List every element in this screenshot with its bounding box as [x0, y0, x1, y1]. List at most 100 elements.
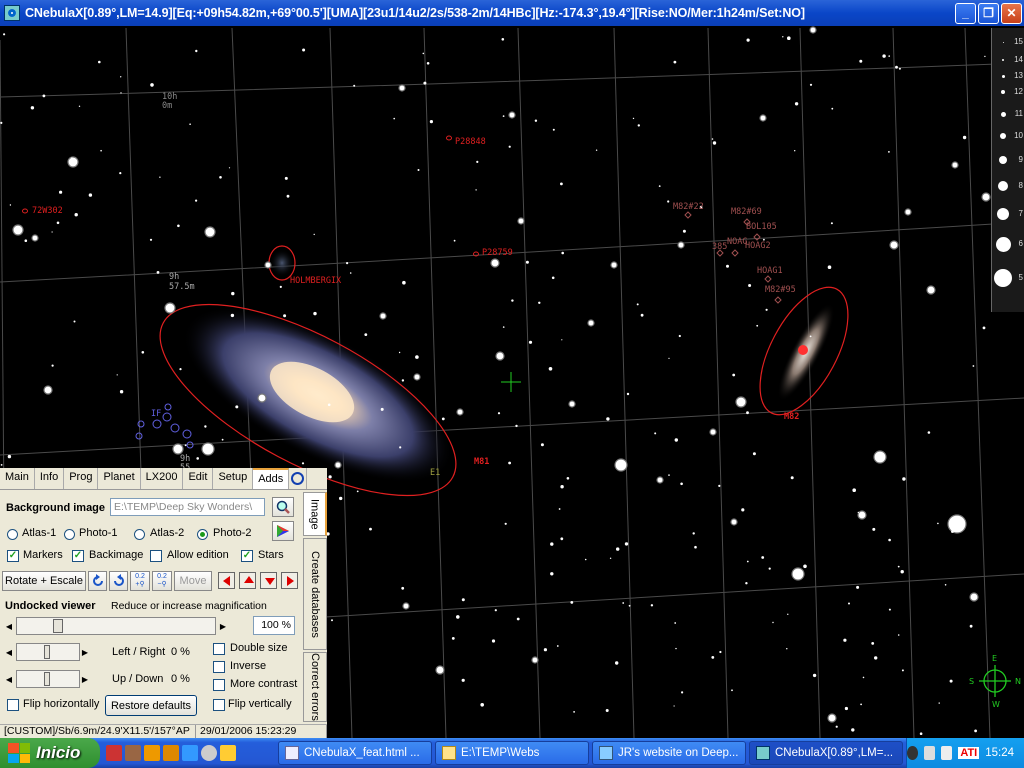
tab-adds[interactable]: Adds: [253, 468, 290, 489]
task-temp-webs[interactable]: E:\TEMP\Webs: [435, 741, 589, 765]
up-down-spin-left-icon[interactable]: ◀: [4, 670, 14, 688]
star: [393, 117, 396, 120]
quicklaunch-app-icon-3[interactable]: [144, 745, 160, 761]
move-button[interactable]: Move: [174, 571, 212, 591]
label-e1[interactable]: E1: [430, 468, 440, 478]
app-icon[interactable]: [4, 5, 20, 21]
magnification-slider[interactable]: [16, 617, 216, 635]
zoom-out-button[interactable]: 0.2 −⚲: [152, 571, 172, 591]
up-down-slider[interactable]: [16, 670, 80, 688]
label-m82-69[interactable]: M82#69: [731, 207, 762, 217]
left-right-slider[interactable]: [16, 643, 80, 661]
tab-main[interactable]: Main: [0, 468, 35, 489]
double-size-checkbox[interactable]: [213, 643, 225, 655]
tab-planet[interactable]: Planet: [98, 468, 141, 489]
radio-photo-2[interactable]: [197, 529, 208, 540]
move-right-arrow-icon[interactable]: [281, 572, 298, 589]
backimage-checkbox[interactable]: ✓: [72, 550, 84, 562]
task-cnebulax[interactable]: CNebulaX[0.89°,LM=...: [749, 741, 903, 765]
stars-checkbox[interactable]: ✓: [241, 550, 253, 562]
tab-info[interactable]: Info: [35, 468, 65, 489]
magnification-slider-thumb[interactable]: [53, 619, 63, 633]
star: [782, 36, 784, 38]
tab-lx200[interactable]: LX200: [141, 468, 184, 489]
star: [494, 609, 497, 612]
markers-checkbox[interactable]: ✓: [7, 550, 19, 562]
background-image-path-input[interactable]: E:\TEMP\Deep Sky Wonders\: [110, 498, 265, 516]
label-hoag1[interactable]: HOAG1: [757, 266, 783, 276]
left-right-spin-left-icon[interactable]: ◀: [4, 643, 14, 661]
rotate-right-button[interactable]: [109, 571, 128, 591]
task-label-4: CNebulaX[0.89°,LM=...: [775, 747, 894, 759]
zoom-in-button[interactable]: 0.2 +⚲: [130, 571, 150, 591]
vtab-correct-errors[interactable]: Correct errors: [303, 652, 327, 722]
label-m82-95[interactable]: M82#95: [765, 285, 796, 295]
title-bar[interactable]: CNebulaX[0.89°,LM=14.9][Eq:+09h54.82m,+6…: [0, 0, 1024, 26]
move-up-arrow-icon[interactable]: [239, 572, 256, 589]
star: [548, 367, 553, 371]
task-cnebulax-feat[interactable]: CNebulaX_feat.html ...: [278, 741, 432, 765]
star: [480, 703, 485, 707]
label-hoag2-c[interactable]: HOAG2: [745, 241, 771, 251]
left-right-spin-right-icon[interactable]: ▶: [80, 643, 90, 661]
quicklaunch-app-icon-2[interactable]: [125, 745, 141, 761]
left-right-slider-thumb[interactable]: [44, 645, 50, 659]
task-jrs-website[interactable]: JR's website on Deep...: [592, 741, 746, 765]
move-left-arrow-icon[interactable]: [218, 572, 235, 589]
more-contrast-checkbox[interactable]: [213, 679, 225, 691]
label-72w302[interactable]: 72W302: [32, 206, 63, 216]
star: [219, 176, 222, 179]
close-button[interactable]: ✕: [1001, 2, 1022, 24]
tab-edit[interactable]: Edit: [183, 468, 214, 489]
vertical-tabs: Image Create databases Correct errors: [303, 490, 327, 724]
label-p28759[interactable]: P28759: [482, 248, 513, 258]
label-holmbergix[interactable]: HOLMBERGIX: [290, 276, 342, 286]
tab-setup[interactable]: Setup: [213, 468, 254, 489]
tab-prog[interactable]: Prog: [64, 468, 99, 489]
rotate-escale-button[interactable]: Rotate + Escale: [2, 571, 86, 591]
label-p28848[interactable]: P28848: [455, 137, 486, 147]
label-m81[interactable]: M81: [474, 457, 489, 467]
browse-button[interactable]: [272, 497, 294, 517]
radio-photo-1[interactable]: [64, 529, 75, 540]
radio-atlas-2[interactable]: [134, 529, 145, 540]
tab-power[interactable]: [289, 468, 308, 489]
restore-defaults-button[interactable]: Restore defaults: [105, 695, 197, 716]
tray-ati-icon[interactable]: ATI: [958, 747, 980, 759]
slider-left-icon[interactable]: ◀: [4, 617, 14, 635]
label-hoag2-a[interactable]: 385: [712, 242, 727, 252]
quicklaunch-app-icon-1[interactable]: [106, 745, 122, 761]
tray-tool-icon[interactable]: [941, 746, 953, 760]
up-down-spin-right-icon[interactable]: ▶: [80, 670, 90, 688]
color-button[interactable]: [272, 521, 294, 541]
allow-edition-checkbox[interactable]: [150, 550, 162, 562]
tray-network-icon[interactable]: [924, 746, 936, 760]
minimize-button[interactable]: _: [955, 2, 976, 24]
label-bol105[interactable]: BOL105: [746, 222, 777, 232]
inverse-checkbox[interactable]: [213, 661, 225, 673]
vtab-create-databases[interactable]: Create databases: [303, 538, 327, 650]
quicklaunch-app-icon-5[interactable]: [182, 745, 198, 761]
flip-horizontally-label: Flip horizontally: [23, 698, 100, 710]
up-down-slider-thumb[interactable]: [44, 672, 50, 686]
move-down-arrow-icon[interactable]: [260, 572, 277, 589]
quicklaunch-media-icon[interactable]: [201, 745, 217, 761]
maximize-button[interactable]: ❐: [978, 2, 999, 24]
slider-right-icon[interactable]: ▶: [218, 617, 228, 635]
label-m82[interactable]: M82: [784, 412, 799, 422]
vtab-image[interactable]: Image: [303, 492, 327, 536]
label-m82-22[interactable]: M82#22: [673, 202, 704, 212]
quicklaunch-app-icon-4[interactable]: [163, 745, 179, 761]
magnitude-label: 14: [1014, 55, 1023, 64]
label-if[interactable]: IF: [151, 409, 161, 419]
radio-atlas-1[interactable]: [7, 529, 18, 540]
flip-vertically-checkbox[interactable]: [213, 699, 225, 711]
magnification-value[interactable]: 100 %: [253, 616, 295, 635]
star: [680, 482, 683, 486]
flip-horizontally-checkbox[interactable]: [7, 699, 19, 711]
quicklaunch-app-icon-7[interactable]: [220, 745, 236, 761]
start-button[interactable]: Inicio: [0, 738, 100, 768]
tray-chevron-icon[interactable]: [906, 746, 919, 760]
star: [711, 656, 715, 659]
rotate-left-button[interactable]: [88, 571, 107, 591]
